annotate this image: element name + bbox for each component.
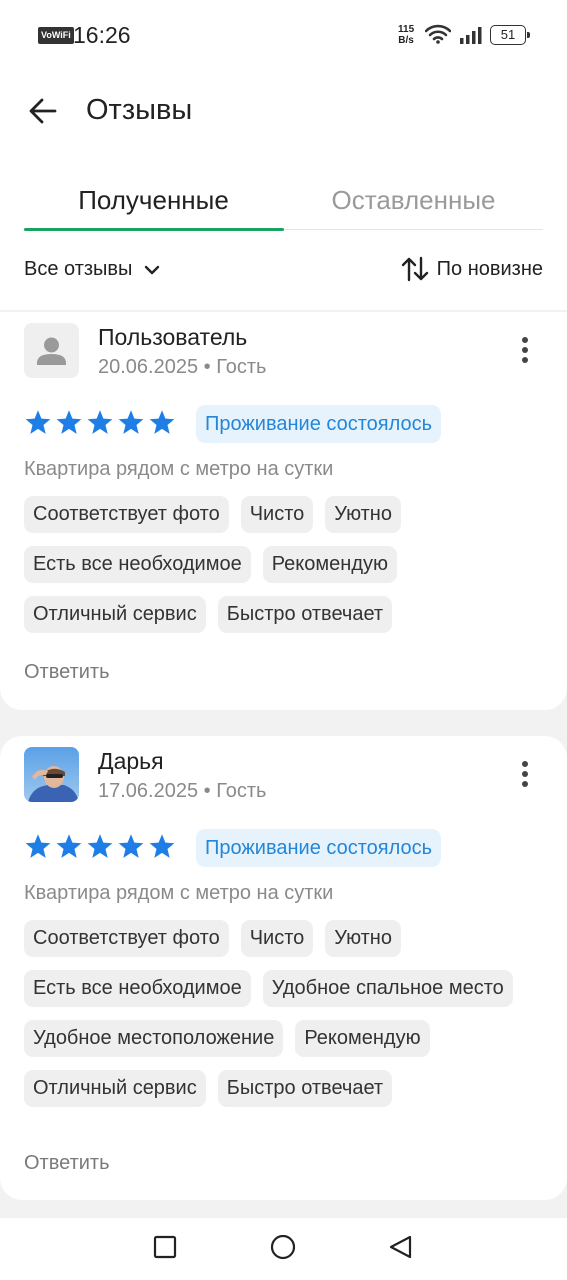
network-speed: 115 B/s (398, 24, 414, 46)
back-arrow-icon[interactable] (28, 96, 58, 126)
review-tag: Быстро отвечает (217, 596, 393, 633)
review-tag: Есть все необходимое (24, 546, 251, 583)
star-icon (56, 834, 82, 858)
review-tag: Чисто (240, 496, 314, 533)
review-tag: Удобное спальное место (262, 970, 513, 1007)
stay-status-badge: Проживание состоялось (196, 405, 442, 443)
status-bar: VoWiFi 16:26 115 B/s 51 (0, 0, 567, 70)
review-tags: Соответствует фото Чисто Уютно Есть все … (24, 496, 544, 633)
review-tag: Есть все необходимое (24, 970, 251, 1007)
review-date-role: 17.06.2025 • Гость (98, 780, 267, 802)
review-card: Пользователь 20.06.2025 • Гость Проживан… (0, 312, 567, 710)
star-rating (24, 833, 176, 860)
more-options-icon[interactable] (515, 760, 535, 790)
star-icon (118, 834, 144, 858)
sort-label: По новизне (436, 257, 543, 280)
active-tab-indicator (24, 228, 284, 231)
review-tags: Соответствует фото Чисто Уютно Есть все … (24, 920, 544, 1107)
star-icon (87, 410, 113, 434)
user-placeholder-icon (37, 337, 66, 365)
star-icon (25, 410, 51, 434)
review-tag: Отличный сервис (24, 1070, 206, 1107)
home-icon[interactable] (270, 1235, 296, 1261)
review-tag: Уютно (325, 496, 401, 533)
review-author: Дарья (98, 748, 164, 774)
battery-level: 51 (500, 27, 516, 42)
system-nav-bar (0, 1218, 567, 1280)
network-speed-value: 115 (398, 24, 415, 35)
recent-apps-icon[interactable] (153, 1235, 177, 1259)
user-photo (24, 747, 79, 802)
avatar (24, 323, 79, 378)
review-tag: Рекомендую (295, 1020, 430, 1057)
reviews-filter-label: Все отзывы (24, 258, 133, 280)
star-icon (87, 834, 113, 858)
review-tag: Удобное местоположение (24, 1020, 284, 1057)
review-tag: Соответствует фото (24, 920, 229, 957)
review-tag: Быстро отвечает (217, 1070, 393, 1107)
battery-icon: 51 (490, 25, 530, 45)
back-triangle-icon[interactable] (388, 1235, 414, 1261)
star-icon (149, 410, 175, 434)
sort-button[interactable]: По новизне (401, 256, 543, 282)
signal-icon (460, 27, 482, 44)
page-title: Отзывы (86, 94, 193, 126)
review-author: Пользователь (98, 324, 248, 350)
reply-button[interactable]: Ответить (24, 661, 110, 684)
review-date-role: 20.06.2025 • Гость (98, 356, 267, 378)
tab-left[interactable]: Оставленные (284, 180, 543, 232)
review-tag: Отличный сервис (24, 596, 206, 633)
avatar (24, 747, 79, 802)
star-icon (56, 410, 82, 434)
network-speed-unit: B/s (398, 35, 414, 46)
stay-status-badge: Проживание состоялось (196, 829, 442, 867)
reply-button[interactable]: Ответить (24, 1152, 110, 1175)
sort-icon (401, 256, 428, 282)
review-tag: Рекомендую (262, 546, 397, 583)
status-time: 16:26 (73, 22, 131, 48)
review-card: Дарья 17.06.2025 • Гость Проживание сост… (0, 736, 567, 1200)
review-tag: Чисто (240, 920, 314, 957)
vowifi-icon: VoWiFi (38, 27, 74, 44)
star-icon (149, 834, 175, 858)
tab-bar: Полученные Оставленные (24, 180, 543, 232)
listing-name: Квартира рядом с метро на сутки (24, 458, 334, 480)
review-tag: Соответствует фото (24, 496, 229, 533)
star-icon (118, 410, 144, 434)
wifi-icon (425, 24, 451, 44)
tab-received[interactable]: Полученные (24, 180, 283, 232)
listing-name: Квартира рядом с метро на сутки (24, 882, 334, 904)
reviews-filter-dropdown[interactable]: Все отзывы (24, 258, 160, 281)
review-tag: Уютно (325, 920, 401, 957)
star-icon (25, 834, 51, 858)
more-options-icon[interactable] (515, 336, 535, 366)
star-rating (24, 409, 176, 436)
chevron-down-icon (145, 265, 160, 274)
